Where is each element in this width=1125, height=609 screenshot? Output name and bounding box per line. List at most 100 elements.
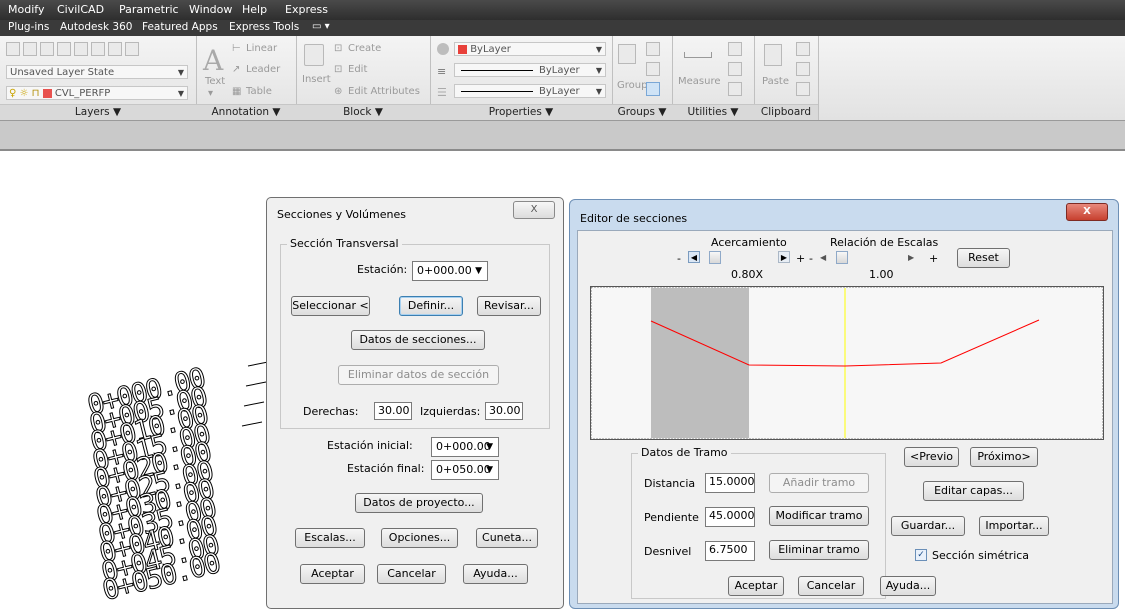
editar-capas-button[interactable]: Editar capas... <box>923 481 1024 501</box>
layer-tool-icon[interactable] <box>125 42 139 56</box>
arrow-left-icon[interactable]: ◀ <box>820 253 826 262</box>
eliminar-tramo-button[interactable]: Eliminar tramo <box>769 540 869 560</box>
copy-clip-icon[interactable] <box>796 82 810 96</box>
text-icon[interactable]: A <box>203 44 223 77</box>
quick-calc-icon[interactable] <box>728 42 742 56</box>
table-label[interactable]: Table <box>246 86 272 97</box>
utilities-panel-title[interactable]: Utilities ▼ <box>672 104 754 120</box>
layer-tool-icon[interactable] <box>108 42 122 56</box>
zoom-slider[interactable]: ◀ ▶ <box>688 251 792 265</box>
id-point-icon[interactable] <box>728 62 742 76</box>
arrow-left-icon[interactable]: ◀ <box>688 251 700 263</box>
menu-parametric[interactable]: Parametric <box>119 3 179 16</box>
desnivel-input[interactable]: 6.7500 <box>705 541 755 561</box>
layer-state-combo[interactable]: Unsaved Layer State ▼ <box>6 65 188 79</box>
datos-proyecto-button[interactable]: Datos de proyecto... <box>355 493 483 513</box>
linetype-combo[interactable]: ByLayer ▼ <box>454 84 606 98</box>
menu-express[interactable]: Express <box>285 3 328 16</box>
layer-tool-icon[interactable] <box>40 42 54 56</box>
create-label[interactable]: Create <box>348 43 381 54</box>
paste-icon[interactable] <box>764 44 782 66</box>
anadir-tramo-button[interactable]: Añadir tramo <box>769 473 869 493</box>
importar-button[interactable]: Importar... <box>979 516 1049 536</box>
eliminar-datos-button[interactable]: Eliminar datos de sección <box>338 365 499 385</box>
checkbox[interactable]: ✓ <box>915 549 927 561</box>
group-select-icon[interactable] <box>646 82 660 96</box>
menu-window[interactable]: Window <box>189 3 232 16</box>
layer-tool-icon[interactable] <box>6 42 20 56</box>
tab-autodesk-360[interactable]: Autodesk 360 <box>60 21 132 33</box>
group-icon[interactable] <box>618 44 636 64</box>
layer-tool-icon[interactable] <box>23 42 37 56</box>
text-button-label[interactable]: Text <box>205 76 225 87</box>
layer-combo[interactable]: ♀ ☼ ⊓ CVL_PERFP ▼ <box>6 86 188 100</box>
measure-label[interactable]: Measure <box>678 76 721 87</box>
clipboard-panel-title[interactable]: Clipboard <box>754 104 818 120</box>
close-button[interactable]: X <box>1066 203 1108 221</box>
layers-panel-title[interactable]: Layers ▼ <box>0 104 196 120</box>
escalas-button[interactable]: Escalas... <box>295 528 365 548</box>
ayuda-button[interactable]: Ayuda... <box>463 564 528 584</box>
ungroup-icon[interactable] <box>646 42 660 56</box>
zoom-plus[interactable]: + <box>796 252 805 265</box>
tab-express-tools[interactable]: Express Tools <box>229 21 299 33</box>
section-canvas[interactable] <box>590 286 1104 440</box>
distancia-input[interactable]: 15.0000 <box>705 473 755 493</box>
linear-label[interactable]: Linear <box>246 43 277 54</box>
tab-featured-apps[interactable]: Featured Apps <box>142 21 218 33</box>
seleccionar-button[interactable]: Seleccionar < <box>291 296 370 316</box>
datos-secciones-button[interactable]: Datos de secciones... <box>351 330 485 350</box>
cancelar-button[interactable]: Cancelar <box>798 576 864 596</box>
cut-icon[interactable] <box>796 42 810 56</box>
edit-attributes-label[interactable]: Edit Attributes <box>348 86 420 97</box>
copy-icon[interactable] <box>796 62 810 76</box>
match-properties-icon[interactable] <box>437 43 449 55</box>
annotation-panel-title[interactable]: Annotation ▼ <box>196 104 296 120</box>
seccion-simetrica-label[interactable]: Sección simétrica <box>932 549 1029 562</box>
derechas-input[interactable]: 30.00 <box>374 402 412 420</box>
measure-icon[interactable] <box>684 52 712 58</box>
menu-civilcad[interactable]: CivilCAD <box>57 3 104 16</box>
groups-panel-title[interactable]: Groups ▼ <box>612 104 672 120</box>
insert-block-icon[interactable] <box>304 44 324 66</box>
previo-button[interactable]: <Previo <box>904 447 959 467</box>
menu-modify[interactable]: Modify <box>8 3 44 16</box>
ratio-plus[interactable]: + <box>929 252 938 265</box>
estacion-inicial-select[interactable]: 0+000.00 ▼ <box>431 437 499 457</box>
menu-help[interactable]: Help <box>242 3 267 16</box>
insert-label[interactable]: Insert <box>302 74 331 85</box>
opciones-button[interactable]: Opciones... <box>381 528 458 548</box>
tab-plug-ins[interactable]: Plug-ins <box>8 21 49 33</box>
group-edit-icon[interactable] <box>646 62 660 76</box>
estacion-select[interactable]: 0+000.00 ▼ <box>412 261 488 281</box>
proximo-button[interactable]: Próximo> <box>970 447 1038 467</box>
pendiente-input[interactable]: 45.0000 <box>705 507 755 527</box>
block-panel-title[interactable]: Block ▼ <box>296 104 430 120</box>
aceptar-button[interactable]: Aceptar <box>300 564 365 584</box>
revisar-button[interactable]: Revisar... <box>477 296 541 316</box>
layer-tool-icon[interactable] <box>57 42 71 56</box>
ayuda-button[interactable]: Ayuda... <box>880 576 936 596</box>
properties-panel-title[interactable]: Properties ▼ <box>430 104 612 120</box>
ratio-slider-thumb[interactable] <box>835 251 848 264</box>
modificar-tramo-button[interactable]: Modificar tramo <box>769 506 869 526</box>
workspace-toggle-icon[interactable]: ▭ ▾ <box>312 21 330 32</box>
lineweight-combo[interactable]: ByLayer ▼ <box>454 63 606 77</box>
zoom-minus[interactable]: - <box>677 252 681 265</box>
cuneta-button[interactable]: Cuneta... <box>476 528 538 548</box>
arrow-right-icon[interactable]: ▶ <box>908 253 914 262</box>
aceptar-button[interactable]: Aceptar <box>728 576 784 596</box>
cancelar-button[interactable]: Cancelar <box>377 564 446 584</box>
edit-label[interactable]: Edit <box>348 64 367 75</box>
calculator-icon[interactable] <box>728 82 742 96</box>
layer-tool-icon[interactable] <box>91 42 105 56</box>
layer-tool-icon[interactable] <box>74 42 88 56</box>
reset-button[interactable]: Reset <box>957 248 1010 268</box>
ratio-minus[interactable]: - <box>809 252 813 265</box>
estacion-final-select[interactable]: 0+050.00 ▼ <box>431 460 499 480</box>
group-label[interactable]: Group <box>617 80 647 91</box>
guardar-button[interactable]: Guardar... <box>891 516 965 536</box>
paste-label[interactable]: Paste <box>762 76 789 87</box>
close-button[interactable]: X <box>513 201 555 219</box>
arrow-right-icon[interactable]: ▶ <box>778 251 790 263</box>
